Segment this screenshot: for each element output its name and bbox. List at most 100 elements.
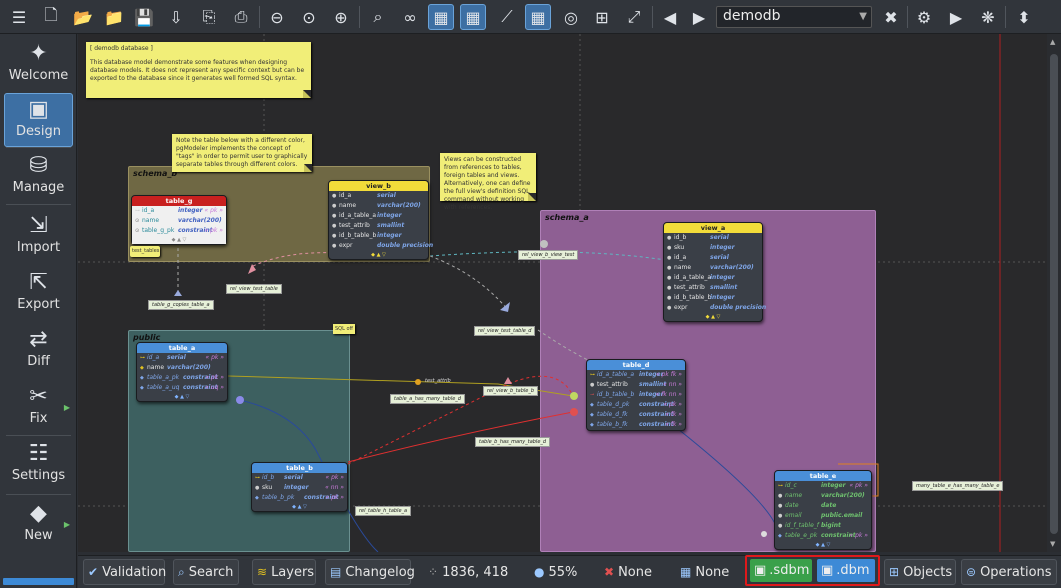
note-tags[interactable]: Note the table below with a different co… (172, 134, 312, 172)
zoom-icon: ● (534, 565, 545, 579)
back-icon[interactable]: ◀ (657, 4, 683, 30)
zoom-reset-icon[interactable]: ⊙ (296, 4, 322, 30)
sidebar-item-export[interactable]: ⇱ Export (4, 267, 73, 321)
sidebar-item-new[interactable]: ◆ New ▶ (4, 498, 73, 552)
validation-button[interactable]: ✔ Validation (83, 559, 166, 585)
design-icon: ▣ (28, 97, 49, 122)
search-button[interactable]: ⌕ Search (173, 559, 239, 585)
sidebar-item-welcome[interactable]: ✦ Welcome (4, 38, 73, 92)
find-icon[interactable]: ⌕ (365, 4, 391, 30)
menu-icon[interactable]: ☰ (6, 4, 32, 30)
objects-icon: ⊞ (889, 565, 900, 579)
page-delimiter-icon[interactable]: ▦ (525, 4, 551, 30)
sidebar-item-settings[interactable]: ☷ Settings (4, 438, 73, 492)
relationship-lines (174, 240, 879, 552)
rel-label-view-b-view-test[interactable]: rel_view_b_view_test (518, 250, 579, 260)
zoom-out-icon[interactable]: ⊖ (264, 4, 290, 30)
operations-button[interactable]: ⊜ Operations (961, 559, 1057, 585)
none-filter-2[interactable]: ▦ None (676, 559, 736, 585)
rel-label-table-g-copies-table-a[interactable]: table_g_copies_table_a (148, 300, 214, 310)
rel-label-test-attrib[interactable]: test_attrib (422, 377, 454, 385)
model-file-group: ▣ .sdbm ▣ .dbm (745, 555, 880, 586)
view-b[interactable]: view_b ● id_a serial ● name varchar(200) ● id… (328, 180, 433, 260)
table-g[interactable]: table_g ⊶ id_a integer « pk » ⊙ name varchar(… (131, 195, 227, 245)
plugin-icon[interactable]: ⚙ (911, 4, 937, 30)
grid-icon[interactable]: ▦ (428, 4, 454, 30)
rel-label-view-test-table[interactable]: rel_view_test_table (226, 284, 282, 294)
layers-icon: ≋ (257, 565, 268, 579)
binoculars-icon[interactable]: ∞ (397, 4, 423, 30)
sidebar-item-fix[interactable]: ✂ Fix ▶ (4, 381, 73, 435)
table-b[interactable]: table_b ⊶ id_b serial « pk » ● sku integer « n… (251, 462, 348, 512)
fix-icon: ✂ (29, 384, 48, 409)
save-as-icon[interactable]: ⇩ (163, 4, 189, 30)
objects-button[interactable]: ⊞ Objects (884, 559, 956, 585)
rel-label-view-b-table-b[interactable]: rel_view_b_table_b (483, 386, 539, 396)
view-a[interactable]: view_a ● id_b serial ● sku integer ● id_a seri… (663, 222, 766, 322)
pin-icon[interactable]: ⬍ (1011, 4, 1037, 30)
sidebar-item-design[interactable]: ▣ Design (4, 93, 73, 147)
sidebar-item-manage[interactable]: ⛁ Manage (4, 150, 73, 204)
rel-label-table-a-has-many-table-d[interactable]: table_a_has_many_table_d (390, 394, 465, 404)
changelog-icon: ▤ (330, 565, 342, 579)
none-filter-1[interactable]: ✖ None (600, 559, 660, 585)
crosshair-icon: ⁘ (428, 565, 439, 579)
table-e[interactable]: table_e ⊶ id_c integer « pk » ● name varchar(… (774, 470, 872, 550)
sidebar-item-diff[interactable]: ⇄ Diff (4, 324, 73, 378)
sdbm-button[interactable]: ▣ .sdbm (750, 559, 812, 582)
close-model-icon[interactable]: ✖ (878, 4, 904, 30)
table-a[interactable]: table_a ⊶ id_a serial « pk » ◆ name varchar(2… (136, 342, 228, 402)
print-icon[interactable]: ⎙ (228, 4, 254, 30)
status-bar: ✔ Validation ⌕ Search ≋ Layers ▤ Changelog ⁘… (78, 555, 1061, 588)
layers-button[interactable]: ≋ Layers (252, 559, 316, 585)
model-selector[interactable]: demodb ▼ (716, 6, 872, 28)
manage-icon: ⛁ (29, 153, 48, 178)
note-sql-off[interactable]: SQL off (333, 324, 355, 334)
scroll-up-icon[interactable]: ▲ (1050, 38, 1055, 46)
table-d[interactable]: table_d ⊶ id_a_table_a integer « pk fk » ● t… (586, 359, 686, 431)
zoom-in-icon[interactable]: ⊕ (328, 4, 354, 30)
progress-strip (3, 578, 74, 585)
search-icon: ⌕ (178, 564, 185, 579)
expand-icon[interactable]: ⊞ (589, 4, 615, 30)
design-canvas[interactable]: schema_b schema_a public [ demodb databa… (78, 34, 1047, 552)
align-grid-icon[interactable]: ▦ (460, 4, 486, 30)
rel-label-table-h-table-a[interactable]: rel_table_h_table_a (355, 506, 412, 516)
forward-icon[interactable]: ▶ (686, 4, 712, 30)
snapshot-icon[interactable]: ◎ (558, 4, 584, 30)
sdbm-icon: ▣ (754, 563, 767, 578)
new-icon: ◆ (30, 501, 47, 526)
main-toolbar: ☰ 🗋 📂 📁 💾 ⇩ ⎘ ⎙ ⊖ ⊙ ⊕ ⌕ ∞ ▦ ▦ ⟋ ▦ ◎ ⊞ ⤢ … (0, 0, 1061, 34)
open-icon[interactable]: 📂 (70, 4, 96, 30)
swatch-icon[interactable]: ❋ (975, 4, 1001, 30)
save-icon[interactable]: 💾 (131, 4, 157, 30)
operations-icon: ⊜ (966, 565, 977, 579)
rel-label-view-test-table-d[interactable]: rel_view_test_table_d (474, 326, 536, 336)
sidebar-item-import[interactable]: ⇲ Import (4, 210, 73, 264)
expand-arrow-icon: ▶ (63, 520, 70, 529)
changelog-button[interactable]: ▤ Changelog (325, 559, 415, 585)
canvas-vertical-scrollbar[interactable]: ▲ ▼ (1047, 34, 1061, 552)
magnet-icon[interactable]: ⟋ (494, 4, 520, 30)
chevron-down-icon: ▼ (859, 11, 867, 22)
import-icon: ⇲ (29, 213, 48, 238)
note-database[interactable]: [ demodb database ] This database model … (86, 42, 311, 98)
rel-label-table-b-has-many-table-d[interactable]: table_b_has_many_table_d (475, 437, 551, 447)
save-all-icon[interactable]: ⎘ (196, 4, 222, 30)
zoom-level: ● 55% (534, 564, 578, 580)
scroll-thumb[interactable] (1050, 54, 1058, 534)
validation-icon: ✔ (88, 565, 99, 579)
settings-icon: ☷ (28, 441, 49, 466)
export-icon: ⇱ (29, 270, 48, 295)
dbm-button[interactable]: ▣ .dbm (817, 559, 875, 582)
note-views[interactable]: Views can be constructed from references… (440, 153, 536, 211)
scroll-down-icon[interactable]: ▼ (1050, 540, 1055, 548)
new-model-icon[interactable]: 🗋 (38, 4, 64, 30)
run-icon[interactable]: ▶ (943, 4, 969, 30)
collapse-icon[interactable]: ⤢ (621, 4, 647, 30)
expand-arrow-icon: ▶ (63, 403, 70, 412)
rel-label-many-table-e-has-many-table-e[interactable]: many_table_e_has_many_table_e (912, 481, 1004, 491)
tag-test-tables: test_tables (130, 246, 160, 257)
open-folder-icon[interactable]: 📁 (101, 4, 127, 30)
sidebar: ✦ Welcome ▣ Design ⛁ Manage ⇲ Import ⇱ Export… (0, 34, 77, 588)
